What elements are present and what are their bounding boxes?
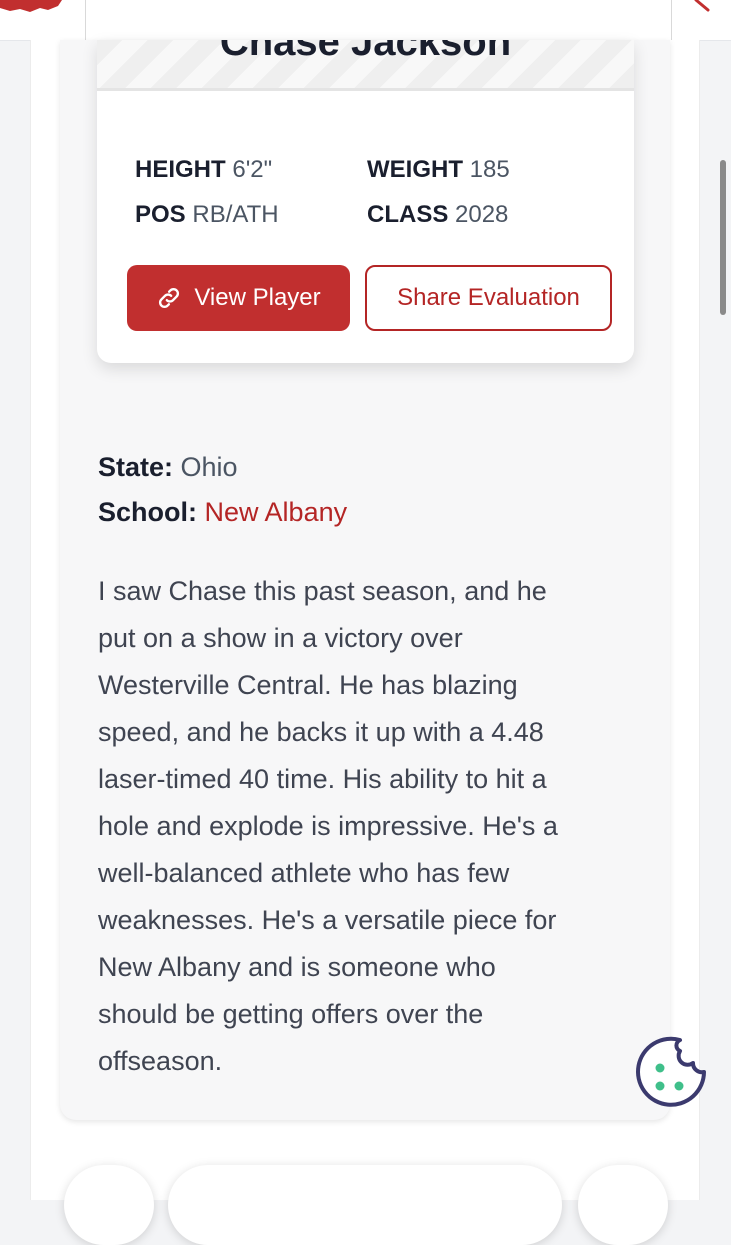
state-value: Ohio (180, 452, 238, 482)
state-label: State: (98, 452, 174, 482)
evaluation-line: offseason. (98, 1046, 223, 1076)
height-value: 6'2" (232, 156, 273, 183)
nav-back-button[interactable] (64, 1165, 154, 1245)
position-stat: POS RB/ATH (135, 200, 279, 230)
evaluation-line: put on a show in a victory over (98, 623, 463, 653)
share-evaluation-button[interactable]: Share Evaluation (365, 265, 612, 331)
height-stat: HEIGHT 6'2" (135, 155, 272, 185)
player-details: State: Ohio School: New Albany (98, 445, 638, 535)
evaluation-line: hole and explode is impressive. He's a (98, 811, 558, 841)
class-stat: CLASS 2028 (367, 200, 508, 230)
address-bar[interactable] (85, 0, 672, 40)
height-label: HEIGHT (135, 156, 226, 183)
evaluation-line: Westerville Central. He has blazing (98, 670, 518, 700)
top-header (0, 0, 731, 41)
cookie-icon[interactable] (632, 1034, 710, 1112)
weight-stat: WEIGHT 185 (367, 155, 510, 185)
evaluation-line: New Albany and is someone who (98, 952, 496, 982)
school-row: School: New Albany (98, 490, 638, 535)
evaluation-text: I saw Chase this past season, and he put… (98, 568, 633, 1085)
ohio-logo-icon[interactable] (0, 0, 70, 30)
chevron-right-icon[interactable] (686, 0, 726, 20)
class-label: CLASS (367, 201, 449, 228)
nav-more-button[interactable] (578, 1165, 668, 1245)
evaluation-line: I saw Chase this past season, and he (98, 576, 547, 606)
evaluation-line: well-balanced athlete who has few (98, 858, 510, 888)
state-row: State: Ohio (98, 445, 638, 490)
weight-value: 185 (469, 156, 510, 183)
player-name: Chase Jackson (219, 40, 512, 64)
position-label: POS (135, 201, 186, 228)
evaluation-line: speed, and he backs it up with a 4.48 (98, 717, 544, 747)
player-name-banner: Chase Jackson (97, 40, 634, 91)
nav-toolbar[interactable] (168, 1165, 562, 1245)
class-value: 2028 (455, 201, 509, 228)
share-evaluation-label: Share Evaluation (397, 284, 580, 311)
player-card: Chase Jackson HEIGHT 6'2" WEIGHT 185 POS… (97, 40, 634, 363)
weight-label: WEIGHT (367, 156, 463, 183)
view-player-label: View Player (194, 284, 321, 311)
scrollbar[interactable] (720, 160, 726, 315)
school-label: School: (98, 497, 197, 527)
position-value: RB/ATH (192, 201, 279, 228)
link-icon (159, 287, 180, 309)
view-player-button[interactable]: View Player (127, 265, 350, 331)
evaluation-line: laser-timed 40 time. His ability to hit … (98, 764, 547, 794)
evaluation-line: should be getting offers over the (98, 999, 484, 1029)
school-link[interactable]: New Albany (205, 497, 348, 527)
evaluation-line: weaknesses. He's a versatile piece for (98, 905, 557, 935)
